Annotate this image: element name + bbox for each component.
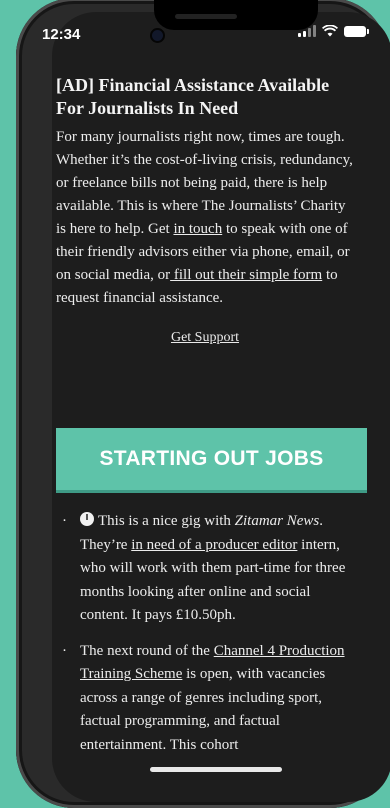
list-item: The next round of the Channel 4 Producti… [62, 640, 362, 758]
job-text: This is a nice gig with [98, 513, 235, 529]
in-touch-link[interactable]: in touch [173, 221, 222, 237]
get-support-link[interactable]: Get Support [56, 330, 354, 346]
job-text: The next round of the [80, 642, 214, 659]
fill-out-form-link[interactable]: fill out their simple form [170, 267, 322, 283]
ad-title: [AD] Financial Assistance Available For … [56, 75, 330, 118]
producer-editor-link[interactable]: in need of a producer editor [131, 537, 297, 553]
home-indicator[interactable] [150, 767, 282, 772]
ad-body: For many journalists right now, times ar… [56, 126, 354, 310]
cellular-signal-icon [298, 25, 316, 37]
status-icons [298, 25, 369, 37]
status-time: 12:34 [42, 26, 81, 43]
ad-section: [AD] Financial Assistance Available For … [56, 74, 354, 346]
speaker-grille [175, 14, 237, 19]
jobs-list: This is a nice gig with Zitamar News. Th… [62, 510, 362, 769]
list-item: This is a nice gig with Zitamar News. Th… [62, 510, 362, 628]
clock-icon [80, 512, 94, 526]
starting-out-jobs-banner: STARTING OUT JOBS [56, 428, 367, 493]
banner-title: STARTING OUT JOBS [99, 447, 324, 470]
wifi-icon [322, 25, 338, 37]
camera-icon [152, 30, 163, 41]
job-company: Zitamar News [234, 513, 320, 529]
battery-icon [344, 25, 369, 37]
